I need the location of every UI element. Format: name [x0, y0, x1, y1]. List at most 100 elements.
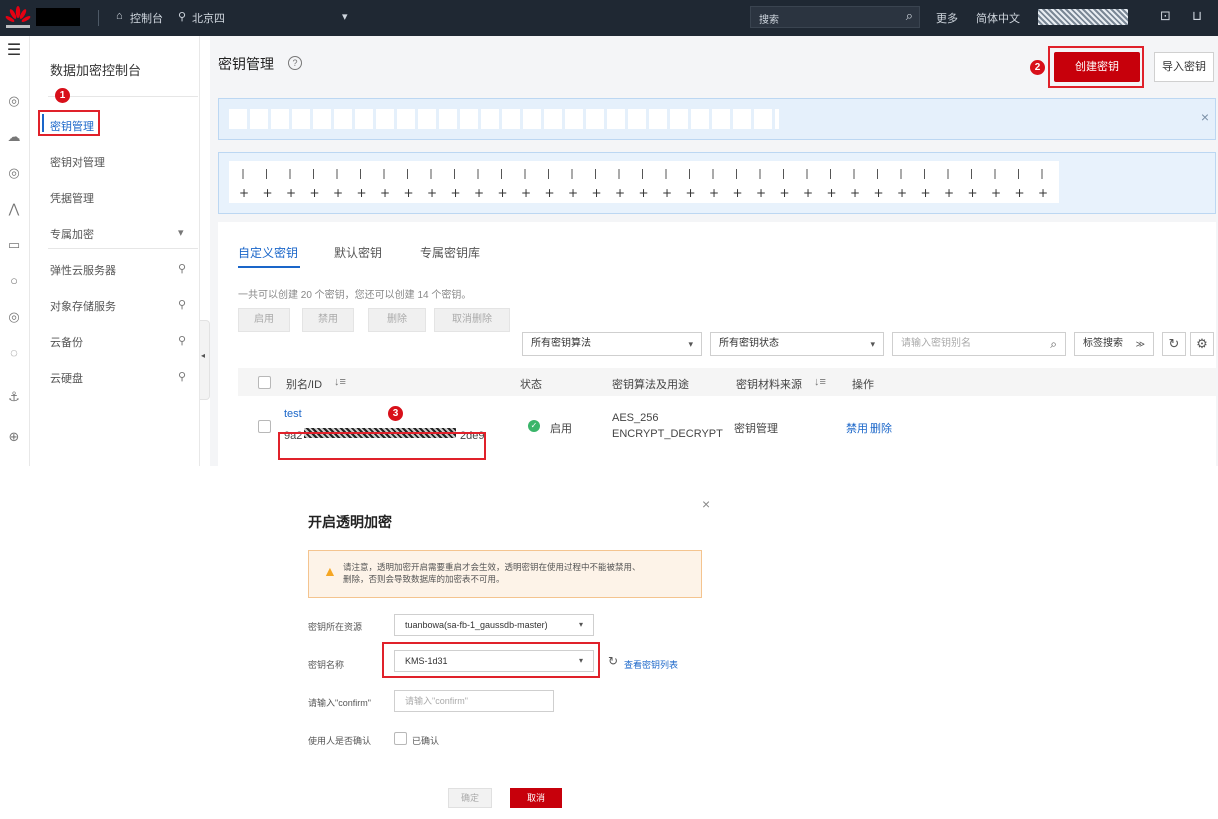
warning-icon: ▲ — [323, 563, 337, 579]
cart-icon[interactable]: ⊔ — [1192, 8, 1202, 24]
confirmed-checkbox[interactable] — [394, 732, 407, 745]
service-icon-6[interactable]: ◌ — [5, 344, 23, 362]
step-badge-2: 2 — [1030, 60, 1045, 75]
menu-icon[interactable]: ☰ — [5, 42, 23, 60]
confirm-input[interactable]: 请输入"confirm" — [394, 690, 554, 712]
more-menu[interactable]: 更多 — [936, 10, 958, 26]
tag-search-toggle[interactable]: 标签搜索 ≫ — [1074, 332, 1154, 356]
service-icon-1[interactable]: ◎ — [5, 92, 23, 110]
select-all-checkbox[interactable] — [258, 376, 271, 389]
info-banner-secondary: + + + + + + + + + + + + + + + + + + + + + + + + + + + + + + + + + + + — [218, 152, 1216, 214]
collapse-nav-handle[interactable]: ◂ — [200, 320, 210, 400]
import-key-button[interactable]: 导入密钥 — [1154, 52, 1214, 82]
double-chevron-down-icon: ≫ — [1135, 339, 1145, 349]
message-icon[interactable]: ⊡ — [1160, 8, 1171, 24]
redaction-mark: + — [733, 186, 743, 200]
cloud-icon[interactable]: ☁ — [5, 128, 23, 146]
redaction-mark: + — [639, 186, 649, 200]
help-icon[interactable]: ? — [288, 56, 302, 70]
redaction-mark: + — [850, 186, 860, 200]
sort-icon[interactable]: ↓≡ — [814, 376, 826, 388]
confirm-button[interactable]: 确定 — [448, 788, 492, 808]
nav-item-dedicated-encryption[interactable]: 专属加密 — [50, 226, 94, 242]
confirmed-label: 已确认 — [412, 736, 440, 746]
chevron-down-icon[interactable]: ▾ — [178, 226, 184, 239]
nav-item-backup[interactable]: 云备份 — [50, 334, 83, 350]
algorithm-filter-value: 所有密钥算法 — [531, 338, 591, 349]
global-search[interactable]: 搜索 ⌕ — [750, 6, 920, 28]
refresh-icon[interactable]: ↻ — [1162, 332, 1186, 356]
close-icon[interactable]: × — [702, 496, 710, 512]
redaction-mark: + — [357, 186, 367, 200]
anchor-icon[interactable]: ⚓ — [5, 388, 23, 406]
redacted-username[interactable] — [1038, 9, 1128, 25]
storage-icon[interactable]: ▭ — [5, 236, 23, 254]
delete-button[interactable]: 删除 — [368, 308, 426, 332]
redacted-account — [36, 8, 80, 26]
redaction-mark: + — [404, 186, 414, 200]
redaction-mark: + — [239, 186, 249, 200]
row-checkbox[interactable] — [258, 420, 271, 433]
redaction-mark: + — [874, 186, 884, 200]
nav-title: 数据加密控制台 — [50, 63, 142, 78]
region-selector[interactable]: 北京四 — [192, 10, 225, 26]
column-status: 状态 — [520, 379, 542, 391]
redaction-mark: + — [1038, 186, 1048, 200]
row-disable-link[interactable]: 禁用 — [846, 420, 868, 436]
service-rail: ☰ ◎ ☁ ◎ ⋀ ▭ ○ ◎ ◌ ⚓ ⊕ — [0, 36, 30, 466]
huawei-logo[interactable] — [4, 4, 32, 32]
tab-dedicated-keystore[interactable]: 专属密钥库 — [420, 244, 480, 261]
redaction-mark: + — [991, 186, 1001, 200]
link-icon[interactable]: ⚲ — [178, 262, 186, 275]
nav-item-ecs[interactable]: 弹性云服务器 — [50, 262, 116, 278]
view-key-list-link[interactable]: 查看密钥列表 — [624, 658, 678, 671]
language-selector[interactable]: 简体中文 — [976, 10, 1020, 26]
info-banner: × — [218, 98, 1216, 140]
redaction-mark: + — [944, 186, 954, 200]
service-icon-7[interactable]: ⊕ — [5, 428, 23, 446]
search-icon[interactable]: ⌕ — [1050, 333, 1057, 355]
create-key-button[interactable]: 创建密钥 — [1054, 52, 1140, 82]
redaction-mark: + — [968, 186, 978, 200]
warning-text: 请注意，透明加密开启需要重启才会生效，透明密钥在使用过程中不能被禁用、 删除，否… — [343, 561, 699, 585]
nav-item-credentials[interactable]: 凭据管理 — [50, 190, 94, 206]
disable-button[interactable]: 禁用 — [302, 308, 354, 332]
redaction-mark: + — [263, 186, 273, 200]
key-alias-link[interactable]: test — [284, 408, 302, 420]
key-alias-search[interactable]: 请输入密钥别名 ⌕ — [892, 332, 1066, 356]
region-dropdown-icon[interactable]: ▾ — [342, 10, 348, 23]
link-icon[interactable]: ⚲ — [178, 370, 186, 383]
enable-button[interactable]: 启用 — [238, 308, 290, 332]
tag-search-label: 标签搜索 — [1083, 338, 1123, 349]
algorithm-filter[interactable]: 所有密钥算法 ▾ — [522, 332, 702, 356]
redaction-mark: + — [780, 186, 790, 200]
refresh-icon[interactable]: ↻ — [608, 654, 618, 668]
resource-select[interactable]: tuanbowa(sa-fb-1_gaussdb-master) ▾ — [394, 614, 594, 636]
nav-item-evs[interactable]: 云硬盘 — [50, 370, 83, 386]
link-icon[interactable]: ⚲ — [178, 298, 186, 311]
cancel-delete-button[interactable]: 取消删除 — [434, 308, 510, 332]
cancel-button[interactable]: 取消 — [510, 788, 562, 808]
redaction-mark: + — [662, 186, 672, 200]
search-icon[interactable]: ⌕ — [906, 8, 913, 24]
service-icon-2[interactable]: ◎ — [5, 164, 23, 182]
tab-custom-keys[interactable]: 自定义密钥 — [238, 244, 298, 261]
home-icon[interactable]: ⌂ — [116, 10, 123, 22]
step-badge-1: 1 — [55, 88, 70, 103]
redaction-mark: + — [333, 186, 343, 200]
service-icon-4[interactable]: ○ — [5, 272, 23, 290]
console-link[interactable]: 控制台 — [130, 10, 163, 26]
service-icon-5[interactable]: ◎ — [5, 308, 23, 326]
row-delete-link[interactable]: 删除 — [870, 420, 892, 436]
tab-default-keys[interactable]: 默认密钥 — [334, 244, 382, 261]
redaction-mark: + — [803, 186, 813, 200]
status-filter[interactable]: 所有密钥状态 ▾ — [710, 332, 884, 356]
nav-item-obs[interactable]: 对象存储服务 — [50, 298, 116, 314]
gear-icon[interactable]: ⚙ — [1190, 332, 1214, 356]
redaction-mark: + — [451, 186, 461, 200]
close-icon[interactable]: × — [1201, 109, 1209, 125]
sort-icon[interactable]: ↓≡ — [334, 376, 346, 388]
service-icon-3[interactable]: ⋀ — [5, 200, 23, 218]
nav-item-key-pair[interactable]: 密钥对管理 — [50, 154, 105, 170]
link-icon[interactable]: ⚲ — [178, 334, 186, 347]
